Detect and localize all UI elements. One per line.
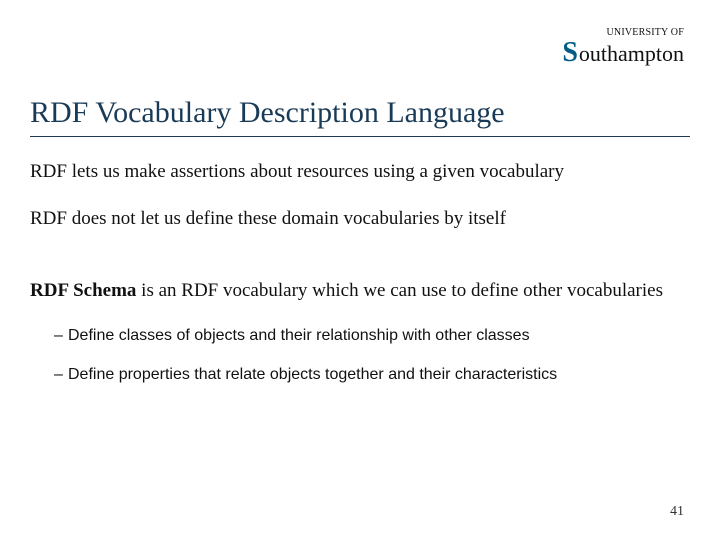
university-logo: UNIVERSITY OF Southampton (562, 28, 684, 67)
dash-icon: – (54, 365, 68, 386)
paragraph-1: RDF lets us make assertions about resour… (30, 160, 690, 185)
bullet-1-text: Define classes of objects and their rela… (68, 327, 530, 344)
logo-main: Southampton (562, 39, 684, 67)
bullet-2-text: Define properties that relate objects to… (68, 366, 557, 383)
paragraph-3: RDF Schema is an RDF vocabulary which we… (30, 279, 690, 304)
logo-mark-icon: S (562, 39, 578, 67)
slide-title: RDF Vocabulary Description Language (30, 96, 690, 137)
bullet-2: –Define properties that relate objects t… (54, 365, 690, 386)
paragraph-2: RDF does not let us define these domain … (30, 207, 690, 232)
page-number: 41 (670, 504, 684, 520)
slide: UNIVERSITY OF Southampton RDF Vocabulary… (0, 0, 720, 540)
slide-body: RDF lets us make assertions about resour… (30, 160, 690, 404)
logo-top-line: UNIVERSITY OF (562, 28, 684, 38)
paragraph-3-rest: is an RDF vocabulary which we can use to… (136, 280, 663, 301)
paragraph-3-bold: RDF Schema (30, 280, 136, 301)
logo-name: outhampton (579, 43, 684, 65)
bullet-1: –Define classes of objects and their rel… (54, 326, 690, 347)
dash-icon: – (54, 326, 68, 347)
